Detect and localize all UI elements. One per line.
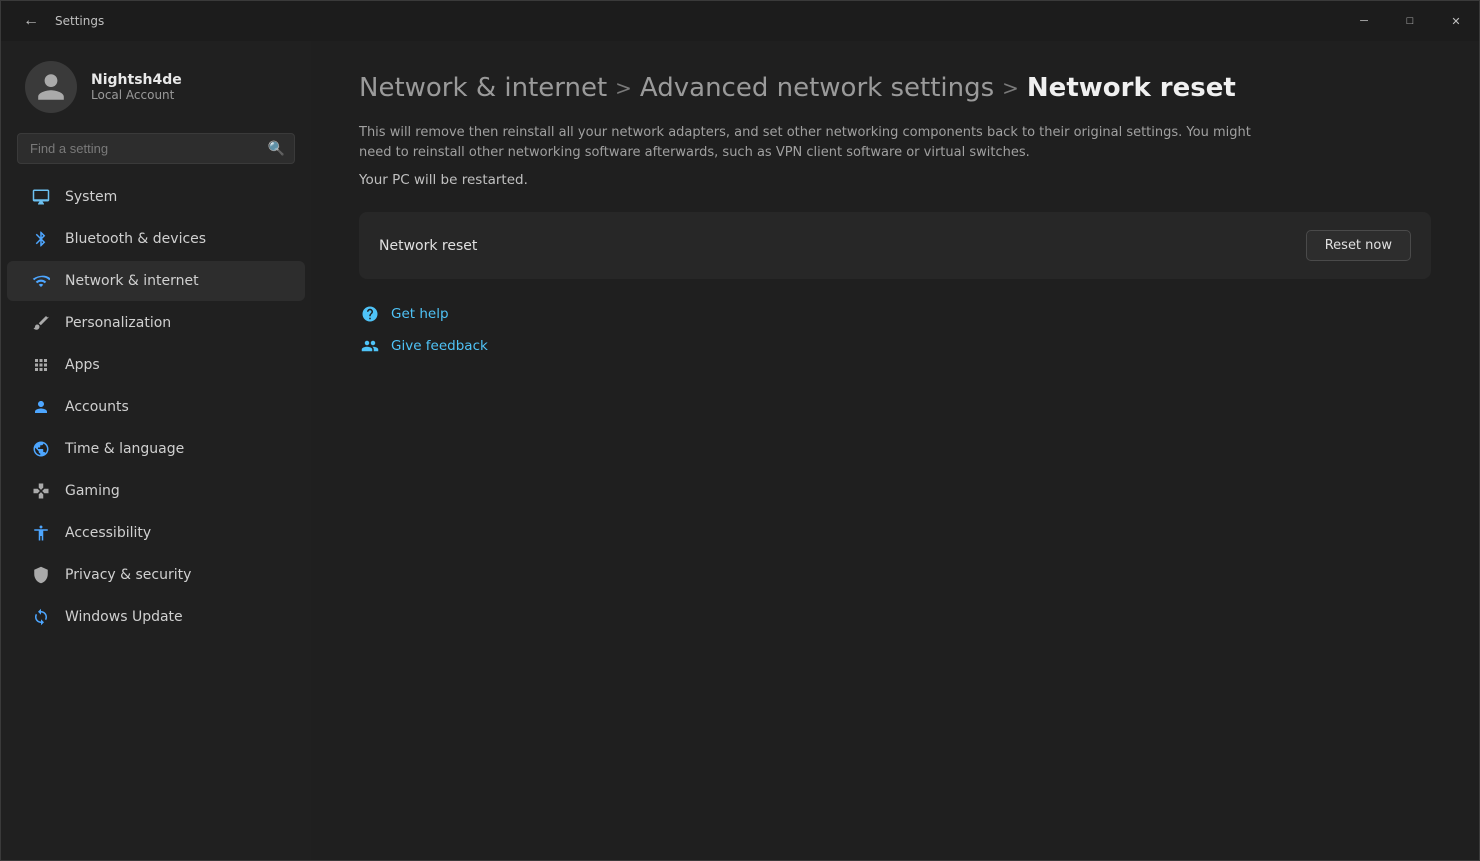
titlebar: ← Settings ─ □ ✕ <box>1 1 1479 41</box>
breadcrumb-sep2: > <box>1002 76 1019 100</box>
accessibility-icon <box>31 523 51 543</box>
breadcrumb-part2[interactable]: Advanced network settings <box>640 73 994 103</box>
wifi-icon <box>31 271 51 291</box>
sidebar-item-accounts[interactable]: Accounts <box>7 387 305 427</box>
settings-window: ← Settings ─ □ ✕ Nightsh4de Local Accoun… <box>0 0 1480 861</box>
sidebar-item-system-label: System <box>65 189 117 205</box>
give-feedback-icon <box>359 335 381 357</box>
restart-notice: Your PC will be restarted. <box>359 172 1431 188</box>
sidebar-item-privacy-label: Privacy & security <box>65 567 191 583</box>
sidebar-item-apps-label: Apps <box>65 357 100 373</box>
breadcrumb-sep1: > <box>615 76 632 100</box>
app-body: Nightsh4de Local Account 🔍 System Blu <box>1 41 1479 860</box>
sidebar-item-gaming[interactable]: Gaming <box>7 471 305 511</box>
sidebar-item-personalization[interactable]: Personalization <box>7 303 305 343</box>
sidebar-item-update-label: Windows Update <box>65 609 183 625</box>
sidebar-item-accessibility[interactable]: Accessibility <box>7 513 305 553</box>
maximize-button[interactable]: □ <box>1387 1 1433 41</box>
sidebar-item-time[interactable]: Time & language <box>7 429 305 469</box>
page-description: This will remove then reinstall all your… <box>359 123 1259 162</box>
search-box: 🔍 <box>17 133 295 164</box>
reset-card: Network reset Reset now <box>359 212 1431 279</box>
brush-icon <box>31 313 51 333</box>
sidebar-item-update[interactable]: Windows Update <box>7 597 305 637</box>
user-type: Local Account <box>91 88 182 102</box>
gamepad-icon <box>31 481 51 501</box>
sidebar: Nightsh4de Local Account 🔍 System Blu <box>1 41 311 860</box>
breadcrumb: Network & internet > Advanced network se… <box>359 73 1431 103</box>
user-section: Nightsh4de Local Account <box>1 41 311 129</box>
back-button[interactable]: ← <box>17 7 45 35</box>
sidebar-item-accessibility-label: Accessibility <box>65 525 151 541</box>
sidebar-item-time-label: Time & language <box>65 441 184 457</box>
search-icon: 🔍 <box>268 141 285 157</box>
minimize-button[interactable]: ─ <box>1341 1 1387 41</box>
breadcrumb-current: Network reset <box>1027 73 1236 103</box>
breadcrumb-part1[interactable]: Network & internet <box>359 73 607 103</box>
search-input[interactable] <box>17 133 295 164</box>
sidebar-item-bluetooth-label: Bluetooth & devices <box>65 231 206 247</box>
monitor-icon <box>31 187 51 207</box>
user-avatar-icon <box>35 71 67 103</box>
reset-now-button[interactable]: Reset now <box>1306 230 1411 261</box>
update-icon <box>31 607 51 627</box>
globe-icon <box>31 439 51 459</box>
sidebar-item-bluetooth[interactable]: Bluetooth & devices <box>7 219 305 259</box>
help-links: Get help Give feedback <box>359 303 1431 357</box>
sidebar-item-network-label: Network & internet <box>65 273 199 289</box>
give-feedback-link[interactable]: Give feedback <box>359 335 1431 357</box>
user-info: Nightsh4de Local Account <box>91 72 182 102</box>
window-title: Settings <box>55 14 104 28</box>
apps-icon <box>31 355 51 375</box>
titlebar-left: ← Settings <box>17 7 104 35</box>
get-help-link[interactable]: Get help <box>359 303 1431 325</box>
sidebar-item-apps[interactable]: Apps <box>7 345 305 385</box>
sidebar-item-personalization-label: Personalization <box>65 315 171 331</box>
sidebar-item-network[interactable]: Network & internet <box>7 261 305 301</box>
shield-icon <box>31 565 51 585</box>
content-area: Network & internet > Advanced network se… <box>311 41 1479 860</box>
sidebar-item-system[interactable]: System <box>7 177 305 217</box>
sidebar-item-accounts-label: Accounts <box>65 399 129 415</box>
bluetooth-icon <box>31 229 51 249</box>
reset-card-label: Network reset <box>379 238 477 254</box>
avatar <box>25 61 77 113</box>
sidebar-item-privacy[interactable]: Privacy & security <box>7 555 305 595</box>
sidebar-item-gaming-label: Gaming <box>65 483 120 499</box>
person-icon <box>31 397 51 417</box>
get-help-icon <box>359 303 381 325</box>
close-button[interactable]: ✕ <box>1433 1 1479 41</box>
get-help-label: Get help <box>391 306 449 322</box>
user-name: Nightsh4de <box>91 72 182 88</box>
window-controls: ─ □ ✕ <box>1341 1 1479 41</box>
give-feedback-label: Give feedback <box>391 338 488 354</box>
